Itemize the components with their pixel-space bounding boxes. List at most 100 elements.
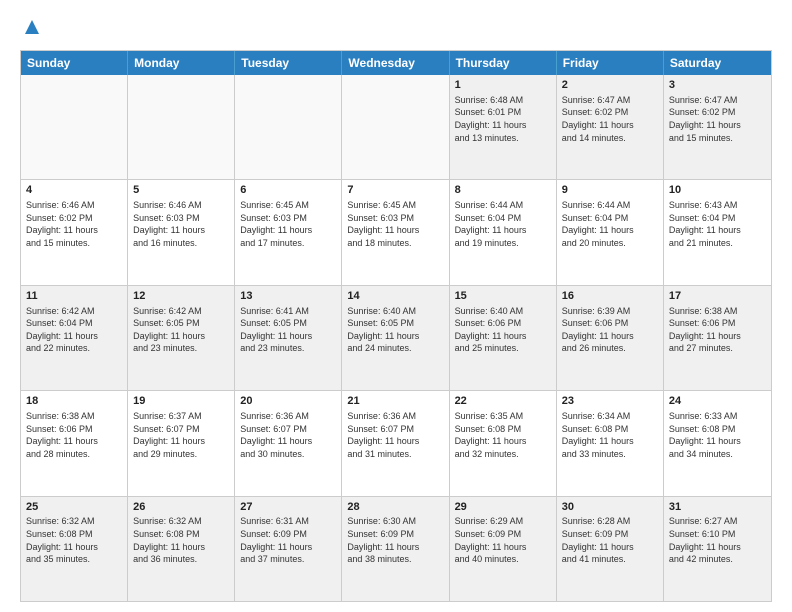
day-cell-19: 19Sunrise: 6:37 AM Sunset: 6:07 PM Dayli… (128, 391, 235, 495)
day-number: 3 (669, 78, 766, 93)
day-number: 7 (347, 183, 443, 198)
day-info: Sunrise: 6:46 AM Sunset: 6:03 PM Dayligh… (133, 199, 229, 249)
day-cell-16: 16Sunrise: 6:39 AM Sunset: 6:06 PM Dayli… (557, 286, 664, 390)
logo (20, 16, 43, 40)
day-number: 12 (133, 289, 229, 304)
week-row-0: 1Sunrise: 6:48 AM Sunset: 6:01 PM Daylig… (21, 75, 771, 179)
day-number: 24 (669, 394, 766, 409)
day-info: Sunrise: 6:33 AM Sunset: 6:08 PM Dayligh… (669, 410, 766, 460)
day-cell-21: 21Sunrise: 6:36 AM Sunset: 6:07 PM Dayli… (342, 391, 449, 495)
day-number: 16 (562, 289, 658, 304)
day-info: Sunrise: 6:45 AM Sunset: 6:03 PM Dayligh… (347, 199, 443, 249)
header-day-monday: Monday (128, 51, 235, 75)
day-cell-14: 14Sunrise: 6:40 AM Sunset: 6:05 PM Dayli… (342, 286, 449, 390)
day-info: Sunrise: 6:46 AM Sunset: 6:02 PM Dayligh… (26, 199, 122, 249)
day-info: Sunrise: 6:32 AM Sunset: 6:08 PM Dayligh… (26, 515, 122, 565)
week-row-1: 4Sunrise: 6:46 AM Sunset: 6:02 PM Daylig… (21, 179, 771, 284)
day-info: Sunrise: 6:43 AM Sunset: 6:04 PM Dayligh… (669, 199, 766, 249)
day-cell-7: 7Sunrise: 6:45 AM Sunset: 6:03 PM Daylig… (342, 180, 449, 284)
week-row-2: 11Sunrise: 6:42 AM Sunset: 6:04 PM Dayli… (21, 285, 771, 390)
day-info: Sunrise: 6:44 AM Sunset: 6:04 PM Dayligh… (562, 199, 658, 249)
logo-icon (21, 16, 43, 38)
calendar-body: 1Sunrise: 6:48 AM Sunset: 6:01 PM Daylig… (21, 75, 771, 601)
day-info: Sunrise: 6:48 AM Sunset: 6:01 PM Dayligh… (455, 94, 551, 144)
day-cell-31: 31Sunrise: 6:27 AM Sunset: 6:10 PM Dayli… (664, 497, 771, 601)
day-info: Sunrise: 6:47 AM Sunset: 6:02 PM Dayligh… (669, 94, 766, 144)
week-row-4: 25Sunrise: 6:32 AM Sunset: 6:08 PM Dayli… (21, 496, 771, 601)
header-day-thursday: Thursday (450, 51, 557, 75)
day-cell-11: 11Sunrise: 6:42 AM Sunset: 6:04 PM Dayli… (21, 286, 128, 390)
day-number: 20 (240, 394, 336, 409)
day-info: Sunrise: 6:45 AM Sunset: 6:03 PM Dayligh… (240, 199, 336, 249)
calendar-header: SundayMondayTuesdayWednesdayThursdayFrid… (21, 51, 771, 75)
day-cell-22: 22Sunrise: 6:35 AM Sunset: 6:08 PM Dayli… (450, 391, 557, 495)
day-number: 10 (669, 183, 766, 198)
day-info: Sunrise: 6:36 AM Sunset: 6:07 PM Dayligh… (347, 410, 443, 460)
day-cell-23: 23Sunrise: 6:34 AM Sunset: 6:08 PM Dayli… (557, 391, 664, 495)
day-info: Sunrise: 6:38 AM Sunset: 6:06 PM Dayligh… (26, 410, 122, 460)
page: SundayMondayTuesdayWednesdayThursdayFrid… (0, 0, 792, 612)
day-info: Sunrise: 6:28 AM Sunset: 6:09 PM Dayligh… (562, 515, 658, 565)
day-info: Sunrise: 6:29 AM Sunset: 6:09 PM Dayligh… (455, 515, 551, 565)
day-info: Sunrise: 6:39 AM Sunset: 6:06 PM Dayligh… (562, 305, 658, 355)
day-cell-8: 8Sunrise: 6:44 AM Sunset: 6:04 PM Daylig… (450, 180, 557, 284)
day-number: 6 (240, 183, 336, 198)
day-info: Sunrise: 6:38 AM Sunset: 6:06 PM Dayligh… (669, 305, 766, 355)
day-info: Sunrise: 6:32 AM Sunset: 6:08 PM Dayligh… (133, 515, 229, 565)
day-number: 9 (562, 183, 658, 198)
day-info: Sunrise: 6:31 AM Sunset: 6:09 PM Dayligh… (240, 515, 336, 565)
day-number: 31 (669, 500, 766, 515)
day-number: 30 (562, 500, 658, 515)
day-number: 25 (26, 500, 122, 515)
day-info: Sunrise: 6:36 AM Sunset: 6:07 PM Dayligh… (240, 410, 336, 460)
day-cell-17: 17Sunrise: 6:38 AM Sunset: 6:06 PM Dayli… (664, 286, 771, 390)
day-info: Sunrise: 6:30 AM Sunset: 6:09 PM Dayligh… (347, 515, 443, 565)
day-info: Sunrise: 6:47 AM Sunset: 6:02 PM Dayligh… (562, 94, 658, 144)
day-number: 2 (562, 78, 658, 93)
day-number: 13 (240, 289, 336, 304)
day-info: Sunrise: 6:34 AM Sunset: 6:08 PM Dayligh… (562, 410, 658, 460)
day-number: 11 (26, 289, 122, 304)
day-cell-30: 30Sunrise: 6:28 AM Sunset: 6:09 PM Dayli… (557, 497, 664, 601)
day-info: Sunrise: 6:27 AM Sunset: 6:10 PM Dayligh… (669, 515, 766, 565)
day-number: 4 (26, 183, 122, 198)
day-cell-12: 12Sunrise: 6:42 AM Sunset: 6:05 PM Dayli… (128, 286, 235, 390)
day-number: 26 (133, 500, 229, 515)
day-number: 23 (562, 394, 658, 409)
day-cell-15: 15Sunrise: 6:40 AM Sunset: 6:06 PM Dayli… (450, 286, 557, 390)
day-number: 15 (455, 289, 551, 304)
day-number: 14 (347, 289, 443, 304)
day-cell-4: 4Sunrise: 6:46 AM Sunset: 6:02 PM Daylig… (21, 180, 128, 284)
day-info: Sunrise: 6:42 AM Sunset: 6:05 PM Dayligh… (133, 305, 229, 355)
day-number: 8 (455, 183, 551, 198)
day-info: Sunrise: 6:40 AM Sunset: 6:06 PM Dayligh… (455, 305, 551, 355)
day-info: Sunrise: 6:44 AM Sunset: 6:04 PM Dayligh… (455, 199, 551, 249)
day-cell-10: 10Sunrise: 6:43 AM Sunset: 6:04 PM Dayli… (664, 180, 771, 284)
day-cell-26: 26Sunrise: 6:32 AM Sunset: 6:08 PM Dayli… (128, 497, 235, 601)
day-cell-3: 3Sunrise: 6:47 AM Sunset: 6:02 PM Daylig… (664, 75, 771, 179)
day-number: 18 (26, 394, 122, 409)
day-info: Sunrise: 6:41 AM Sunset: 6:05 PM Dayligh… (240, 305, 336, 355)
day-number: 21 (347, 394, 443, 409)
calendar: SundayMondayTuesdayWednesdayThursdayFrid… (20, 50, 772, 602)
day-info: Sunrise: 6:37 AM Sunset: 6:07 PM Dayligh… (133, 410, 229, 460)
empty-cell (128, 75, 235, 179)
day-cell-29: 29Sunrise: 6:29 AM Sunset: 6:09 PM Dayli… (450, 497, 557, 601)
header-day-wednesday: Wednesday (342, 51, 449, 75)
empty-cell (342, 75, 449, 179)
day-cell-1: 1Sunrise: 6:48 AM Sunset: 6:01 PM Daylig… (450, 75, 557, 179)
day-cell-13: 13Sunrise: 6:41 AM Sunset: 6:05 PM Dayli… (235, 286, 342, 390)
day-number: 29 (455, 500, 551, 515)
day-number: 22 (455, 394, 551, 409)
day-number: 27 (240, 500, 336, 515)
day-cell-2: 2Sunrise: 6:47 AM Sunset: 6:02 PM Daylig… (557, 75, 664, 179)
header-day-saturday: Saturday (664, 51, 771, 75)
day-number: 28 (347, 500, 443, 515)
day-cell-18: 18Sunrise: 6:38 AM Sunset: 6:06 PM Dayli… (21, 391, 128, 495)
day-info: Sunrise: 6:42 AM Sunset: 6:04 PM Dayligh… (26, 305, 122, 355)
day-cell-20: 20Sunrise: 6:36 AM Sunset: 6:07 PM Dayli… (235, 391, 342, 495)
header (20, 16, 772, 40)
day-cell-24: 24Sunrise: 6:33 AM Sunset: 6:08 PM Dayli… (664, 391, 771, 495)
week-row-3: 18Sunrise: 6:38 AM Sunset: 6:06 PM Dayli… (21, 390, 771, 495)
day-cell-5: 5Sunrise: 6:46 AM Sunset: 6:03 PM Daylig… (128, 180, 235, 284)
